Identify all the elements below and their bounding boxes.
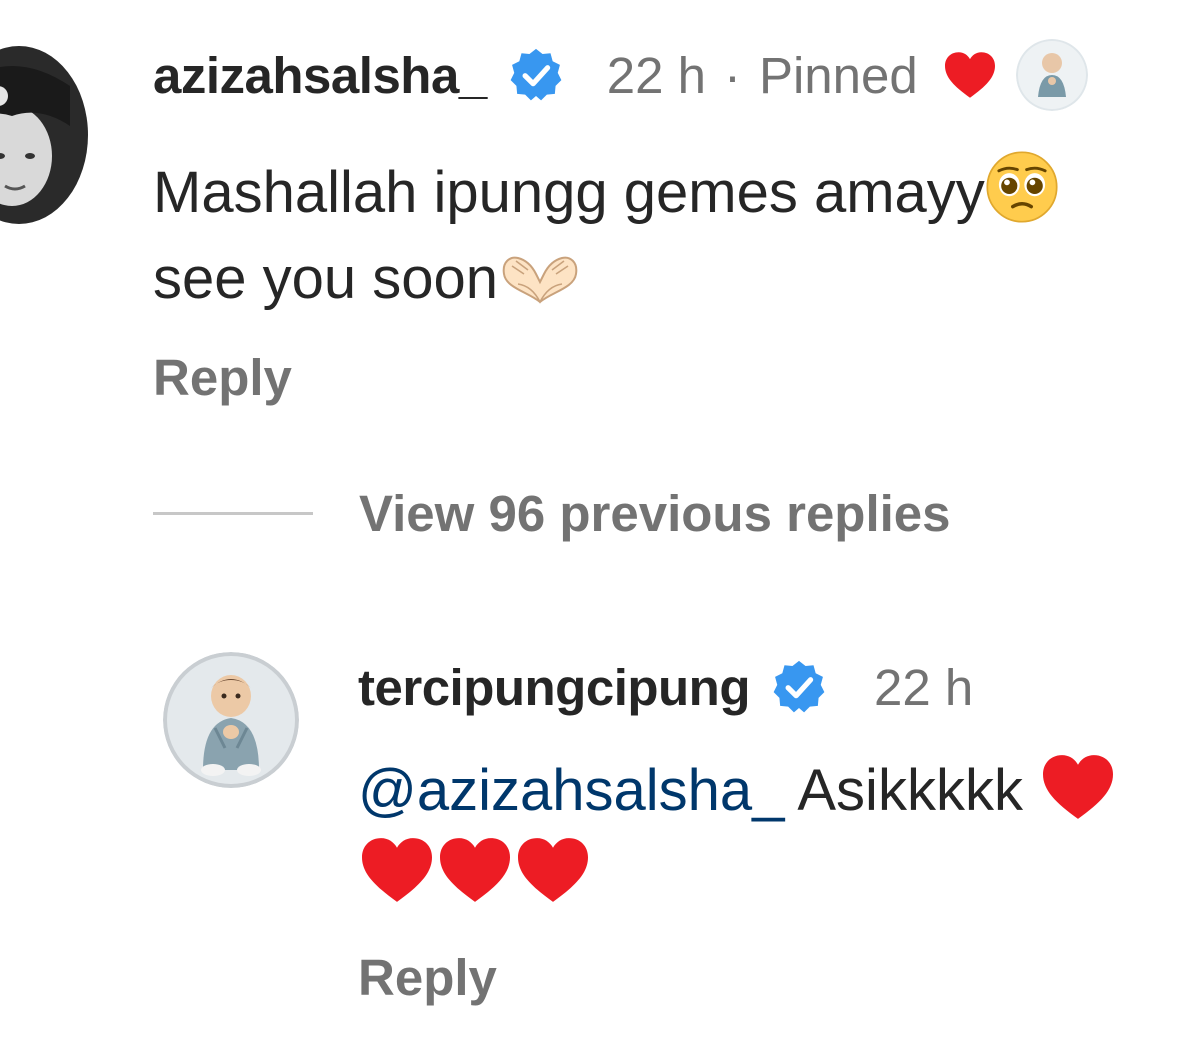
verified-badge-icon bbox=[510, 48, 562, 101]
heart-emoji bbox=[1043, 755, 1114, 819]
view-previous-replies-button[interactable]: View 96 previous replies bbox=[153, 484, 951, 543]
mention-link[interactable]: @azizahsalsha_ bbox=[358, 758, 784, 823]
comment-body: Mashallah ipungg gemes amayy see you soo… bbox=[153, 150, 1059, 322]
heart-emoji bbox=[440, 838, 510, 902]
author-mini-avatar bbox=[1015, 39, 1088, 111]
heart-emoji bbox=[518, 838, 588, 902]
reply-line-1: @azizahsalsha_ Asikkkkk bbox=[358, 748, 1117, 834]
comment-time: 22 h bbox=[606, 46, 706, 104]
reply-header: tercipungcipung 22 h bbox=[358, 652, 973, 722]
reply-line-2 bbox=[358, 834, 1117, 914]
view-replies-label: View 96 previous replies bbox=[359, 485, 951, 542]
comment-text-line-1: Mashallah ipungg gemes amayy bbox=[153, 160, 985, 225]
verified-badge-icon bbox=[773, 660, 825, 713]
reply-body: @azizahsalsha_ Asikkkkk bbox=[358, 748, 1117, 914]
reply-username[interactable]: tercipungcipung bbox=[358, 658, 750, 717]
author-liked-heart-icon bbox=[944, 52, 995, 98]
baby-avatar-image bbox=[163, 652, 299, 788]
pinned-label: Pinned bbox=[758, 46, 918, 104]
thread-divider bbox=[153, 512, 313, 515]
comment-avatar[interactable] bbox=[0, 46, 88, 224]
heart-hands-emoji bbox=[502, 256, 578, 304]
reply-time: 22 h bbox=[873, 658, 974, 716]
comment-header: azizahsalsha_ 22 h · Pinned bbox=[153, 39, 1088, 111]
meta-separator: · bbox=[723, 46, 741, 104]
heart-emoji bbox=[362, 838, 432, 902]
baby-avatar-icon bbox=[1015, 39, 1088, 111]
reply-button[interactable]: Reply bbox=[358, 948, 497, 1007]
reply-avatar[interactable] bbox=[163, 652, 299, 788]
comment-text-line-2: see you soon bbox=[153, 246, 499, 311]
pleading-face-emoji bbox=[986, 151, 1058, 223]
comment-line-1: Mashallah ipungg gemes amayy bbox=[153, 150, 1059, 236]
reply-text: Asikkkkk bbox=[797, 758, 1023, 823]
avatar-image bbox=[0, 46, 88, 224]
comment-username[interactable]: azizahsalsha_ bbox=[153, 46, 487, 105]
comment-line-2: see you soon bbox=[153, 236, 1059, 322]
reply-button[interactable]: Reply bbox=[153, 348, 292, 407]
